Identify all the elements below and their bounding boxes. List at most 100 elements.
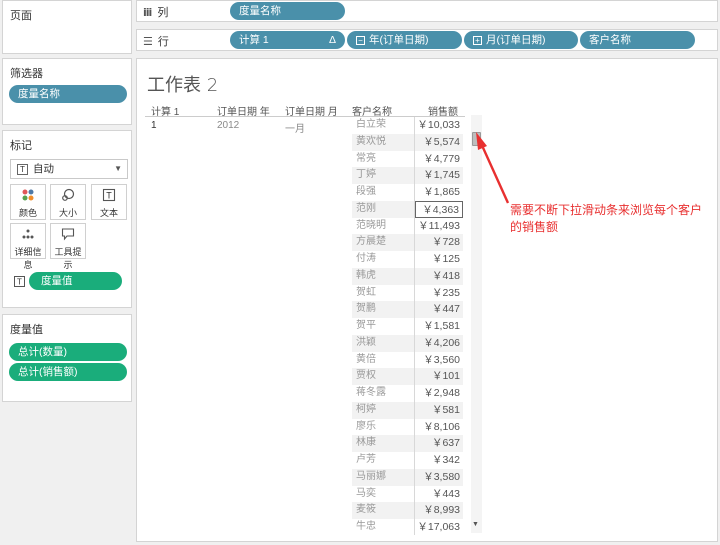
sales-cell[interactable]: ￥3,560 (415, 352, 463, 369)
measure-values-title: 度量值 (10, 324, 43, 336)
rows-pill-customer[interactable]: 客户名称 (580, 31, 695, 49)
text-shelf-icon: T (14, 276, 25, 290)
rows-pill-calc1[interactable]: 计算 1 Δ (230, 31, 345, 49)
sales-cell[interactable]: ￥447 (415, 301, 463, 318)
sales-cell[interactable]: ￥8,106 (415, 419, 463, 436)
measure-pill-sales[interactable]: 总计(销售额) (9, 363, 127, 381)
sales-cell[interactable]: ￥728 (415, 234, 463, 251)
filter-pill-measure-names[interactable]: 度量名称 (9, 85, 127, 103)
month-value[interactable]: 一月 (285, 120, 305, 135)
rows-shelf[interactable]: ☰ 行 计算 1 Δ − 年(订单日期) + 月(订单日期) 客户名称 (136, 29, 718, 51)
customer-cell[interactable]: 韩虎 (352, 267, 417, 285)
rows-icon: ☰ (143, 34, 153, 48)
sales-cell[interactable]: ￥2,948 (415, 385, 463, 402)
customer-cell[interactable]: 黄倍 (352, 352, 417, 369)
customer-cell[interactable]: 贺鹏 (352, 301, 417, 318)
sales-cell[interactable]: ￥8,993 (415, 502, 463, 519)
sales-cell[interactable]: ￥4,206 (415, 334, 463, 352)
customer-cell[interactable]: 方晨楚 (352, 234, 417, 251)
customer-cell[interactable]: 廖乐 (352, 419, 417, 436)
mark-color-button[interactable]: 颜色 (10, 184, 46, 220)
filters-panel[interactable]: 筛选器 度量名称 (2, 58, 132, 125)
scrollbar-thumb[interactable] (472, 132, 481, 146)
customer-cell[interactable]: 林康 (352, 435, 417, 452)
mark-detail-button[interactable]: 详细信息 (10, 223, 46, 270)
customer-cell[interactable]: 洪颖 (352, 334, 417, 352)
customer-cell[interactable]: 付涛 (352, 251, 417, 268)
worksheet-view[interactable]: 工作表 2 计算 1 订单日期 年 订单日期 月 客户名称 销售额 1 2012… (136, 58, 718, 542)
customer-cell[interactable]: 范晓明 (352, 218, 417, 235)
marks-panel-title: 标记 (10, 140, 32, 152)
customer-cell[interactable]: 贺平 (352, 318, 417, 335)
rows-pill-year-label: 年(订单日期) (369, 34, 429, 46)
customer-cell[interactable]: 柯婷 (352, 401, 417, 419)
customer-cell[interactable]: 白立荣 (352, 117, 417, 134)
customer-cell[interactable]: 蒋冬露 (352, 385, 417, 402)
measure-values-panel: 度量值 总计(数量) 总计(销售额) (2, 314, 132, 402)
sales-cell[interactable]: ￥101 (415, 368, 463, 385)
customer-cell[interactable]: 段强 (352, 184, 417, 201)
mark-tooltip-button[interactable]: 工具提示 (50, 223, 86, 270)
column-divider (414, 117, 415, 535)
annotation-text: 需要不断下拉滑动条来浏览每个客户的销售额 (510, 203, 703, 234)
sales-cell[interactable]: ￥342 (415, 452, 463, 469)
sales-cell[interactable]: ￥581 (415, 401, 463, 419)
sales-cell[interactable]: ￥10,033 (415, 117, 463, 134)
pages-panel[interactable]: 页面 (2, 0, 132, 54)
sales-cell[interactable]: ￥443 (415, 486, 463, 503)
sales-cell[interactable]: ￥17,063 (415, 519, 463, 536)
customer-cell[interactable]: 黄欢悦 (352, 133, 417, 151)
calc1-value[interactable]: 1 (151, 120, 157, 131)
detail-icon (11, 227, 45, 245)
year-value[interactable]: 2012 (217, 120, 239, 131)
customer-cell[interactable]: 马奕 (352, 486, 417, 503)
vertical-scrollbar[interactable]: ▼ (471, 115, 482, 533)
svg-text:T: T (106, 191, 112, 201)
customer-cell[interactable]: 贺虹 (352, 285, 417, 302)
tooltip-icon (51, 227, 85, 245)
mark-type-dropdown[interactable]: T 自动 ▼ (10, 159, 128, 179)
customer-cell[interactable]: 牛忠 (352, 519, 417, 536)
customer-cell[interactable]: 常亮 (352, 151, 417, 168)
columns-shelf[interactable]: iii 列 度量名称 (136, 0, 718, 22)
customer-cell[interactable]: 丁婷 (352, 167, 417, 184)
rows-label-text: 行 (157, 36, 169, 48)
sales-cell[interactable]: ￥125 (415, 251, 463, 268)
columns-pill-measure-names[interactable]: 度量名称 (230, 2, 345, 20)
mark-tooltip-label: 工具提示 (54, 247, 82, 270)
sales-cell[interactable]: ￥418 (415, 267, 463, 285)
sales-cell[interactable]: ￥1,745 (415, 167, 463, 184)
scroll-down-arrow-icon[interactable]: ▼ (472, 521, 479, 528)
svg-text:T: T (17, 278, 22, 287)
sales-cell[interactable]: ￥3,580 (415, 468, 463, 486)
sales-cell[interactable]: ￥1,865 (415, 184, 463, 201)
delta-icon: Δ (328, 34, 336, 46)
sales-cell[interactable]: ￥5,574 (415, 133, 463, 151)
customer-cell[interactable]: 麦筱 (352, 502, 417, 519)
mark-text-button[interactable]: T 文本 (91, 184, 127, 220)
chevron-down-icon: ▼ (114, 164, 122, 173)
sales-cell[interactable]: ￥1,581 (415, 318, 463, 335)
customer-cell[interactable]: 卢芳 (352, 452, 417, 469)
sales-cell[interactable]: ￥11,493 (415, 218, 463, 235)
mark-size-button[interactable]: 大小 (50, 184, 86, 220)
sales-cell[interactable]: ￥4,779 (415, 151, 463, 168)
mark-text-pill[interactable]: 度量值 (29, 272, 122, 290)
customer-cell[interactable]: 马丽娜 (352, 468, 417, 486)
size-icon (51, 188, 85, 206)
sales-cell[interactable]: ￥235 (415, 285, 463, 302)
rows-pill-month[interactable]: + 月(订单日期) (464, 31, 578, 49)
customer-cell[interactable]: 范刚 (352, 200, 417, 218)
sales-cell[interactable]: ￥4,363 (415, 200, 463, 218)
customer-cell[interactable]: 贾权 (352, 368, 417, 385)
expand-icon: + (473, 36, 482, 45)
measure-pill-quantity[interactable]: 总计(数量) (9, 343, 127, 361)
rows-pill-year[interactable]: − 年(订单日期) (347, 31, 462, 49)
worksheet-title: 工作表 2 (147, 75, 219, 96)
rows-shelf-label: ☰ 行 (143, 33, 169, 49)
pages-panel-title: 页面 (10, 10, 32, 22)
marks-panel: 标记 T 自动 ▼ 颜色 大小 T 文本 详细信息 工具提示 T 度量值 (2, 130, 132, 308)
columns-shelf-label: iii 列 (143, 4, 168, 20)
sales-cell[interactable]: ￥637 (415, 435, 463, 452)
text-mark-icon: T (17, 163, 28, 175)
